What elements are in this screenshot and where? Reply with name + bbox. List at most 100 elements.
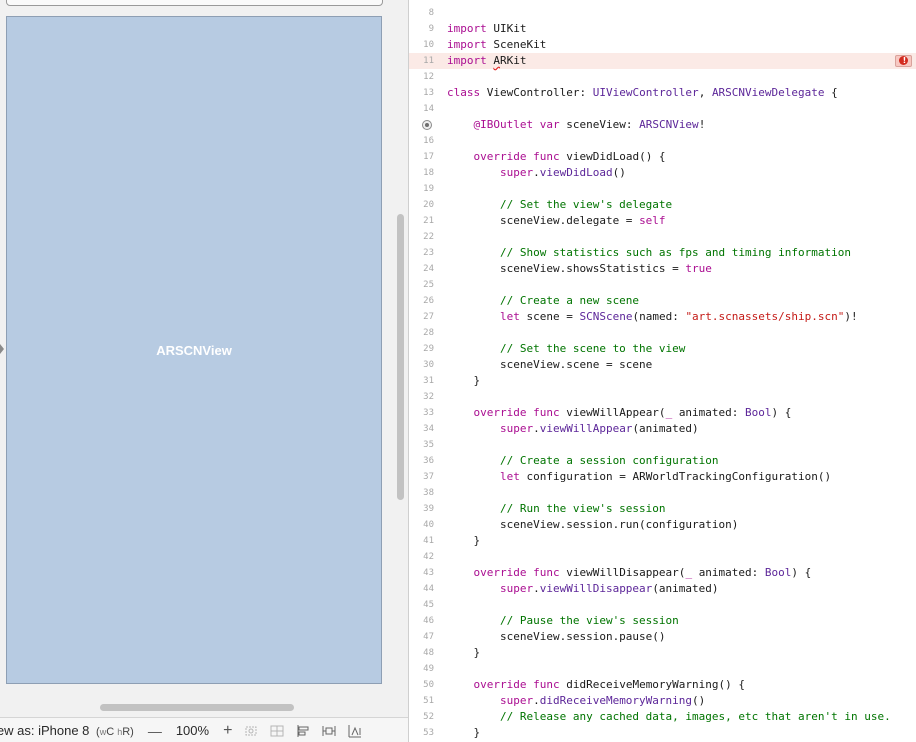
code-line[interactable]: 26 // Create a new scene <box>409 293 916 309</box>
code-text: sceneView.showsStatistics = true <box>447 262 712 275</box>
canvas-vertical-scrollbar[interactable] <box>397 214 404 500</box>
code-line[interactable]: 27 let scene = SCNScene(named: "art.scna… <box>409 309 916 325</box>
line-number: 31 <box>423 376 434 386</box>
code-line[interactable]: 9 import UIKit <box>409 21 916 37</box>
line-number: 27 <box>423 312 434 322</box>
code-line[interactable]: 52 // Release any cached data, images, e… <box>409 709 916 725</box>
code-text: // Set the view's delegate <box>447 198 673 211</box>
code-line[interactable]: 53 } <box>409 725 916 741</box>
code-line[interactable]: 16 <box>409 133 916 149</box>
code-line[interactable]: 28 <box>409 325 916 341</box>
code-line[interactable]: 13 class ViewController: UIViewController… <box>409 85 916 101</box>
line-number: 52 <box>423 712 434 722</box>
code-line[interactable]: 21 sceneView.delegate = self <box>409 213 916 229</box>
line-number: 26 <box>423 296 434 306</box>
line-number: 10 <box>423 40 434 50</box>
zoom-in-button[interactable]: + <box>223 722 232 740</box>
canvas-bottom-bar: iew as: iPhone 8 (wC hR) — 100% + <box>0 717 408 742</box>
code-line[interactable]: 46 // Pause the view's session <box>409 613 916 629</box>
code-text: } <box>447 726 481 739</box>
code-line[interactable]: 43 override func viewWillDisappear(_ ani… <box>409 565 916 581</box>
code-line[interactable]: 45 <box>409 597 916 613</box>
code-line[interactable]: 14 <box>409 101 916 117</box>
code-line[interactable]: 29 // Set the scene to the view <box>409 341 916 357</box>
code-line[interactable]: 31 } <box>409 373 916 389</box>
code-line[interactable]: 34 super.viewWillAppear(animated) <box>409 421 916 437</box>
code-line[interactable]: 36 // Create a session configuration <box>409 453 916 469</box>
code-text: let configuration = ARWorldTrackingConfi… <box>447 470 832 483</box>
update-frames-icon[interactable] <box>244 724 258 738</box>
line-number: 14 <box>423 104 434 114</box>
code-text: sceneView.session.run(configuration) <box>447 518 739 531</box>
align-icon[interactable] <box>296 724 310 738</box>
line-number: 44 <box>423 584 434 594</box>
line-number: 51 <box>423 696 434 706</box>
line-number: 38 <box>423 488 434 498</box>
code-editor[interactable]: 8 9 import UIKit 10 import SceneKit 11 import … <box>409 0 916 742</box>
code-line[interactable]: 33 override func viewWillAppear(_ animat… <box>409 405 916 421</box>
line-number: 41 <box>423 536 434 546</box>
line-number: 30 <box>423 360 434 370</box>
code-text: @IBOutlet var sceneView: ARSCNView! <box>447 118 706 131</box>
code-line[interactable]: 25 <box>409 277 916 293</box>
code-text: sceneView.delegate = self <box>447 214 666 227</box>
code-line[interactable]: 37 let configuration = ARWorldTrackingCo… <box>409 469 916 485</box>
code-line[interactable]: 30 sceneView.scene = scene <box>409 357 916 373</box>
code-line[interactable]: 19 <box>409 181 916 197</box>
code-line[interactable]: 32 <box>409 389 916 405</box>
code-line[interactable]: @IBOutlet var sceneView: ARSCNView! <box>409 117 916 133</box>
line-number: 35 <box>423 440 434 450</box>
line-number: 33 <box>423 408 434 418</box>
code-line[interactable]: 35 <box>409 437 916 453</box>
code-line[interactable]: 41 } <box>409 533 916 549</box>
code-line[interactable]: 22 <box>409 229 916 245</box>
code-line[interactable]: 8 <box>409 5 916 21</box>
scene-frame-edge[interactable] <box>6 0 383 6</box>
line-number: 34 <box>423 424 434 434</box>
code-line[interactable]: 39 // Run the view's session <box>409 501 916 517</box>
code-line[interactable]: 11 import ARKit! <box>409 53 916 69</box>
error-indicator-icon[interactable]: ! <box>895 55 912 67</box>
code-line[interactable]: 42 <box>409 549 916 565</box>
outlet-connection-icon[interactable] <box>422 120 432 130</box>
line-number: 42 <box>423 552 434 562</box>
code-line[interactable]: 23 // Show statistics such as fps and ti… <box>409 245 916 261</box>
canvas-horizontal-scrollbar[interactable] <box>100 704 294 711</box>
line-number: 43 <box>423 568 434 578</box>
code-line[interactable]: 18 super.viewDidLoad() <box>409 165 916 181</box>
zoom-out-button[interactable]: — <box>148 723 162 739</box>
line-number: 25 <box>423 280 434 290</box>
resolve-autolayout-issues-icon[interactable] <box>348 724 362 738</box>
line-number: 53 <box>423 728 434 738</box>
view-as-label: iew as: iPhone 8 <box>0 723 90 738</box>
code-line[interactable]: 50 override func didReceiveMemoryWarning… <box>409 677 916 693</box>
line-number: 50 <box>423 680 434 690</box>
view-as-device-button[interactable]: iew as: iPhone 8 (wC hR) <box>0 723 134 738</box>
code-line[interactable]: 38 <box>409 485 916 501</box>
code-line[interactable]: 24 sceneView.showsStatistics = true <box>409 261 916 277</box>
line-number: 40 <box>423 520 434 530</box>
code-text: super.viewDidLoad() <box>447 166 626 179</box>
line-number: 48 <box>423 648 434 658</box>
code-line[interactable]: 51 super.didReceiveMemoryWarning() <box>409 693 916 709</box>
code-line[interactable]: 40 sceneView.session.run(configuration) <box>409 517 916 533</box>
code-line[interactable]: 49 <box>409 661 916 677</box>
code-line[interactable]: 47 sceneView.session.pause() <box>409 629 916 645</box>
add-constraints-icon[interactable] <box>322 724 336 738</box>
code-line[interactable]: 20 // Set the view's delegate <box>409 197 916 213</box>
arscnview-element[interactable]: ARSCNView <box>6 16 382 684</box>
zoom-level-label[interactable]: 100% <box>176 723 209 738</box>
code-line[interactable]: 44 super.viewWillDisappear(animated) <box>409 581 916 597</box>
code-text: import UIKit <box>447 22 527 35</box>
code-line[interactable]: 12 <box>409 69 916 85</box>
code-line[interactable]: 17 override func viewDidLoad() { <box>409 149 916 165</box>
interface-builder-canvas[interactable]: ARSCNView iew as: iPhone 8 (wC hR) — 100… <box>0 0 408 742</box>
code-text: let scene = SCNScene(named: "art.scnasse… <box>447 310 858 323</box>
code-text: super.didReceiveMemoryWarning() <box>447 694 706 707</box>
code-line[interactable]: 10 import SceneKit <box>409 37 916 53</box>
code-line[interactable]: 48 } <box>409 645 916 661</box>
embed-in-stack-icon[interactable] <box>270 724 284 738</box>
code-text: } <box>447 374 481 387</box>
size-class-label: (wC hR) <box>96 726 134 738</box>
code-text: sceneView.scene = scene <box>447 358 653 371</box>
